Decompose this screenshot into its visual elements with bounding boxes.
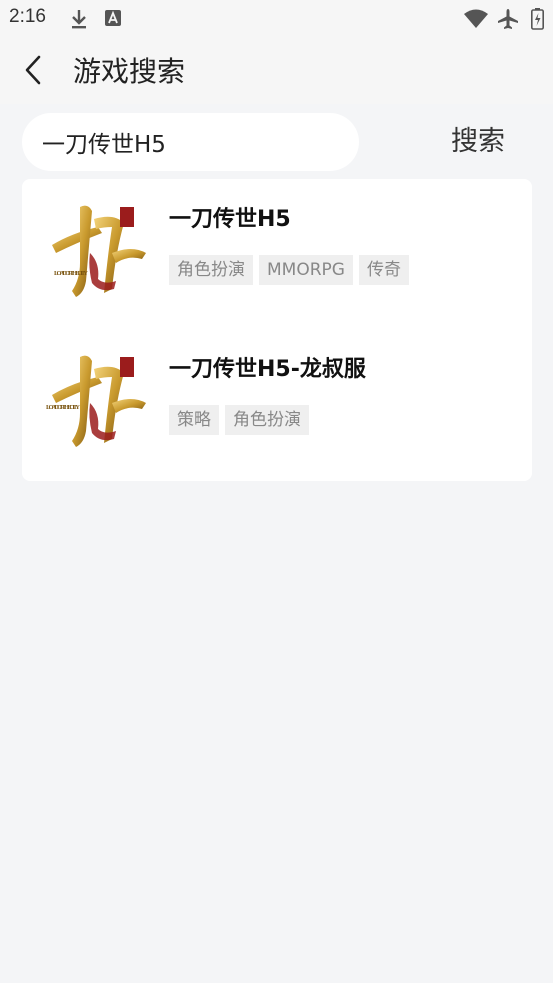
search-box (22, 113, 359, 171)
tag: 策略 (169, 405, 219, 435)
app-notification-icon (105, 10, 121, 26)
result-item[interactable]: LOAD OF THE CITY 一刀传世H5-龙叔服 策略 角色扮演 (22, 329, 532, 469)
page-title: 游戏搜索 (73, 55, 186, 88)
tag: 传奇 (358, 255, 409, 285)
game-name: 一刀传世H5 (169, 207, 291, 232)
back-button[interactable] (16, 52, 52, 88)
wifi-icon (464, 9, 488, 28)
tag-list: 角色扮演 MMORPG 传奇 (169, 255, 409, 285)
download-icon (72, 10, 86, 29)
tag: MMORPG (259, 255, 353, 285)
app-header: 游戏搜索 (0, 38, 553, 104)
battery-icon (531, 8, 544, 30)
status-time: 2:16 (9, 6, 46, 27)
tag: 角色扮演 (169, 255, 253, 285)
game-name: 一刀传世H5-龙叔服 (169, 357, 366, 382)
airplane-icon (498, 9, 518, 29)
game-logo-icon: LOAD OF THE CITY (46, 355, 146, 447)
search-input[interactable] (42, 113, 342, 171)
game-logo-text: LOAD OF THE CITY (54, 270, 88, 277)
tag: 角色扮演 (225, 405, 309, 435)
tag-list: 策略 角色扮演 (169, 405, 309, 435)
result-item[interactable]: LOAD OF THE CITY 一刀传世H5 角色扮演 MMORPG 传奇 (22, 179, 532, 319)
game-logo-text: LOAD OF THE CITY (46, 404, 80, 411)
status-bar: 2:16 (0, 0, 553, 38)
chevron-left-icon (25, 55, 41, 85)
results-list: LOAD OF THE CITY 一刀传世H5 角色扮演 MMORPG 传奇 L… (22, 179, 532, 481)
game-logo-icon: LOAD OF THE CITY (52, 205, 146, 297)
search-button[interactable]: 搜索 (436, 118, 520, 166)
